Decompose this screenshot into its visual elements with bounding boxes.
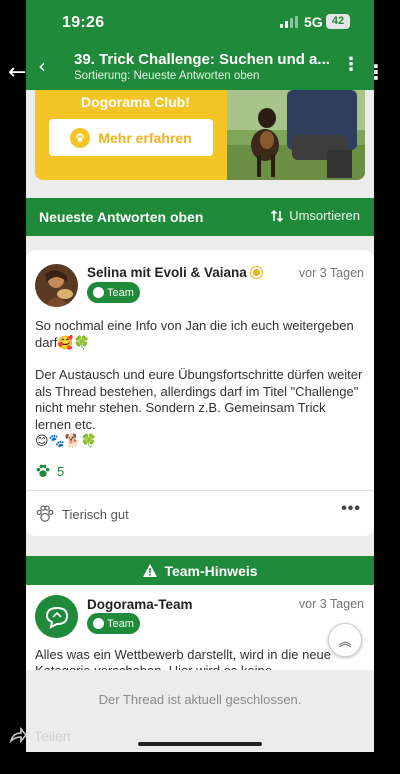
team-badge-label: Team <box>107 286 134 299</box>
team-hint-text: Alles was ein Wettbewerb darstellt, wird… <box>35 647 332 670</box>
home-indicator[interactable] <box>138 742 262 746</box>
verified-icon <box>250 267 262 278</box>
post-time: vor 3 Tagen <box>298 266 364 280</box>
team-hint-bar: Team-Hinweis <box>26 556 374 585</box>
promo-club-text: Dogorama Club! <box>81 94 190 110</box>
author-name-text: Selina mit Evoli & Vaiana <box>87 265 247 280</box>
sort-bar: Neueste Antworten oben Umsortieren <box>26 198 374 236</box>
more-horizontal-icon[interactable]: ••• <box>341 500 361 518</box>
status-bar: 19:26 5G 42 <box>26 0 374 46</box>
team-badge-label: Team <box>107 617 134 630</box>
club-promo-banner: Dogorama Club! Mehr erfahren <box>35 90 365 180</box>
chat-bubble-icon <box>93 287 104 298</box>
author-name[interactable]: Selina mit Evoli & Vaiana <box>87 265 262 280</box>
react-button[interactable]: Tierisch gut <box>35 504 129 524</box>
team-badge: Team <box>87 613 140 634</box>
thread-title: 39. Trick Challenge: Suchen und a... <box>74 51 330 68</box>
resort-button[interactable]: Umsortieren <box>270 208 360 223</box>
likes-summary[interactable]: 5 <box>35 463 64 479</box>
chevron-left-icon[interactable]: ‹ <box>38 54 46 78</box>
status-time: 19:26 <box>62 14 105 31</box>
reply-card: Selina mit Evoli & Vaiana vor 3 Tagen Te… <box>26 250 374 536</box>
avatar[interactable] <box>35 264 78 307</box>
post-text-3: 😊🐾🐕🍀 <box>35 433 98 448</box>
learn-more-label: Mehr erfahren <box>98 129 192 146</box>
thread-content[interactable]: Dogorama Club! Mehr erfahren Neueste Ant… <box>26 90 374 670</box>
sort-subtitle: Sortierung: Neueste Antworten oben <box>74 70 260 82</box>
team-hint-card: Dogorama-Team vor 3 Tagen Team Alles was… <box>26 585 374 670</box>
story-viewer: ← ⋮ 19:26 5G 42 ‹ 39. Trick Challenge: S… <box>0 0 400 774</box>
divider <box>26 490 374 491</box>
share-label: Teilen <box>34 728 71 744</box>
team-post-time: vor 3 Tagen <box>298 597 364 611</box>
resort-label: Umsortieren <box>289 208 360 223</box>
app-bar: ‹ 39. Trick Challenge: Suchen und a... S… <box>26 46 374 90</box>
paw-outline-icon <box>36 505 54 522</box>
team-hint-label: Team-Hinweis <box>164 562 258 579</box>
team-badge: Team <box>87 282 140 303</box>
signal-icon <box>280 16 298 28</box>
network-type: 5G <box>304 14 323 30</box>
chat-bubble-icon <box>93 618 104 629</box>
phone-screen: 19:26 5G 42 ‹ 39. Trick Challenge: Suche… <box>26 0 374 752</box>
paw-icon <box>70 127 91 148</box>
more-vertical-icon[interactable]: ⋮ <box>342 54 360 75</box>
post-body: So nochmal eine Info von Jan die ich euc… <box>35 318 365 466</box>
warning-icon <box>143 564 158 577</box>
scroll-to-top-button[interactable]: ︽ <box>328 623 362 657</box>
post-text-1: So nochmal eine Info von Jan die ich euc… <box>35 318 354 350</box>
learn-more-button[interactable]: Mehr erfahren <box>49 119 213 156</box>
sort-label: Neueste Antworten oben <box>39 209 204 225</box>
sort-arrows-icon <box>271 209 284 222</box>
post-text-2: Der Austausch und eure Übungsfortschritt… <box>35 367 363 432</box>
likes-count: 5 <box>57 463 65 479</box>
react-label: Tierisch gut <box>62 506 129 522</box>
battery-icon: 42 <box>326 14 350 29</box>
share-button[interactable]: Teilen <box>8 726 71 746</box>
paw-icon <box>36 464 50 477</box>
dog-photo <box>227 90 365 180</box>
outer-back-arrow-icon[interactable]: ← <box>8 60 26 85</box>
share-icon <box>9 726 27 744</box>
team-author-name[interactable]: Dogorama-Team <box>87 597 193 612</box>
thread-closed-notice: Der Thread ist aktuell geschlossen. <box>26 670 374 728</box>
team-logo-icon[interactable] <box>35 595 78 638</box>
